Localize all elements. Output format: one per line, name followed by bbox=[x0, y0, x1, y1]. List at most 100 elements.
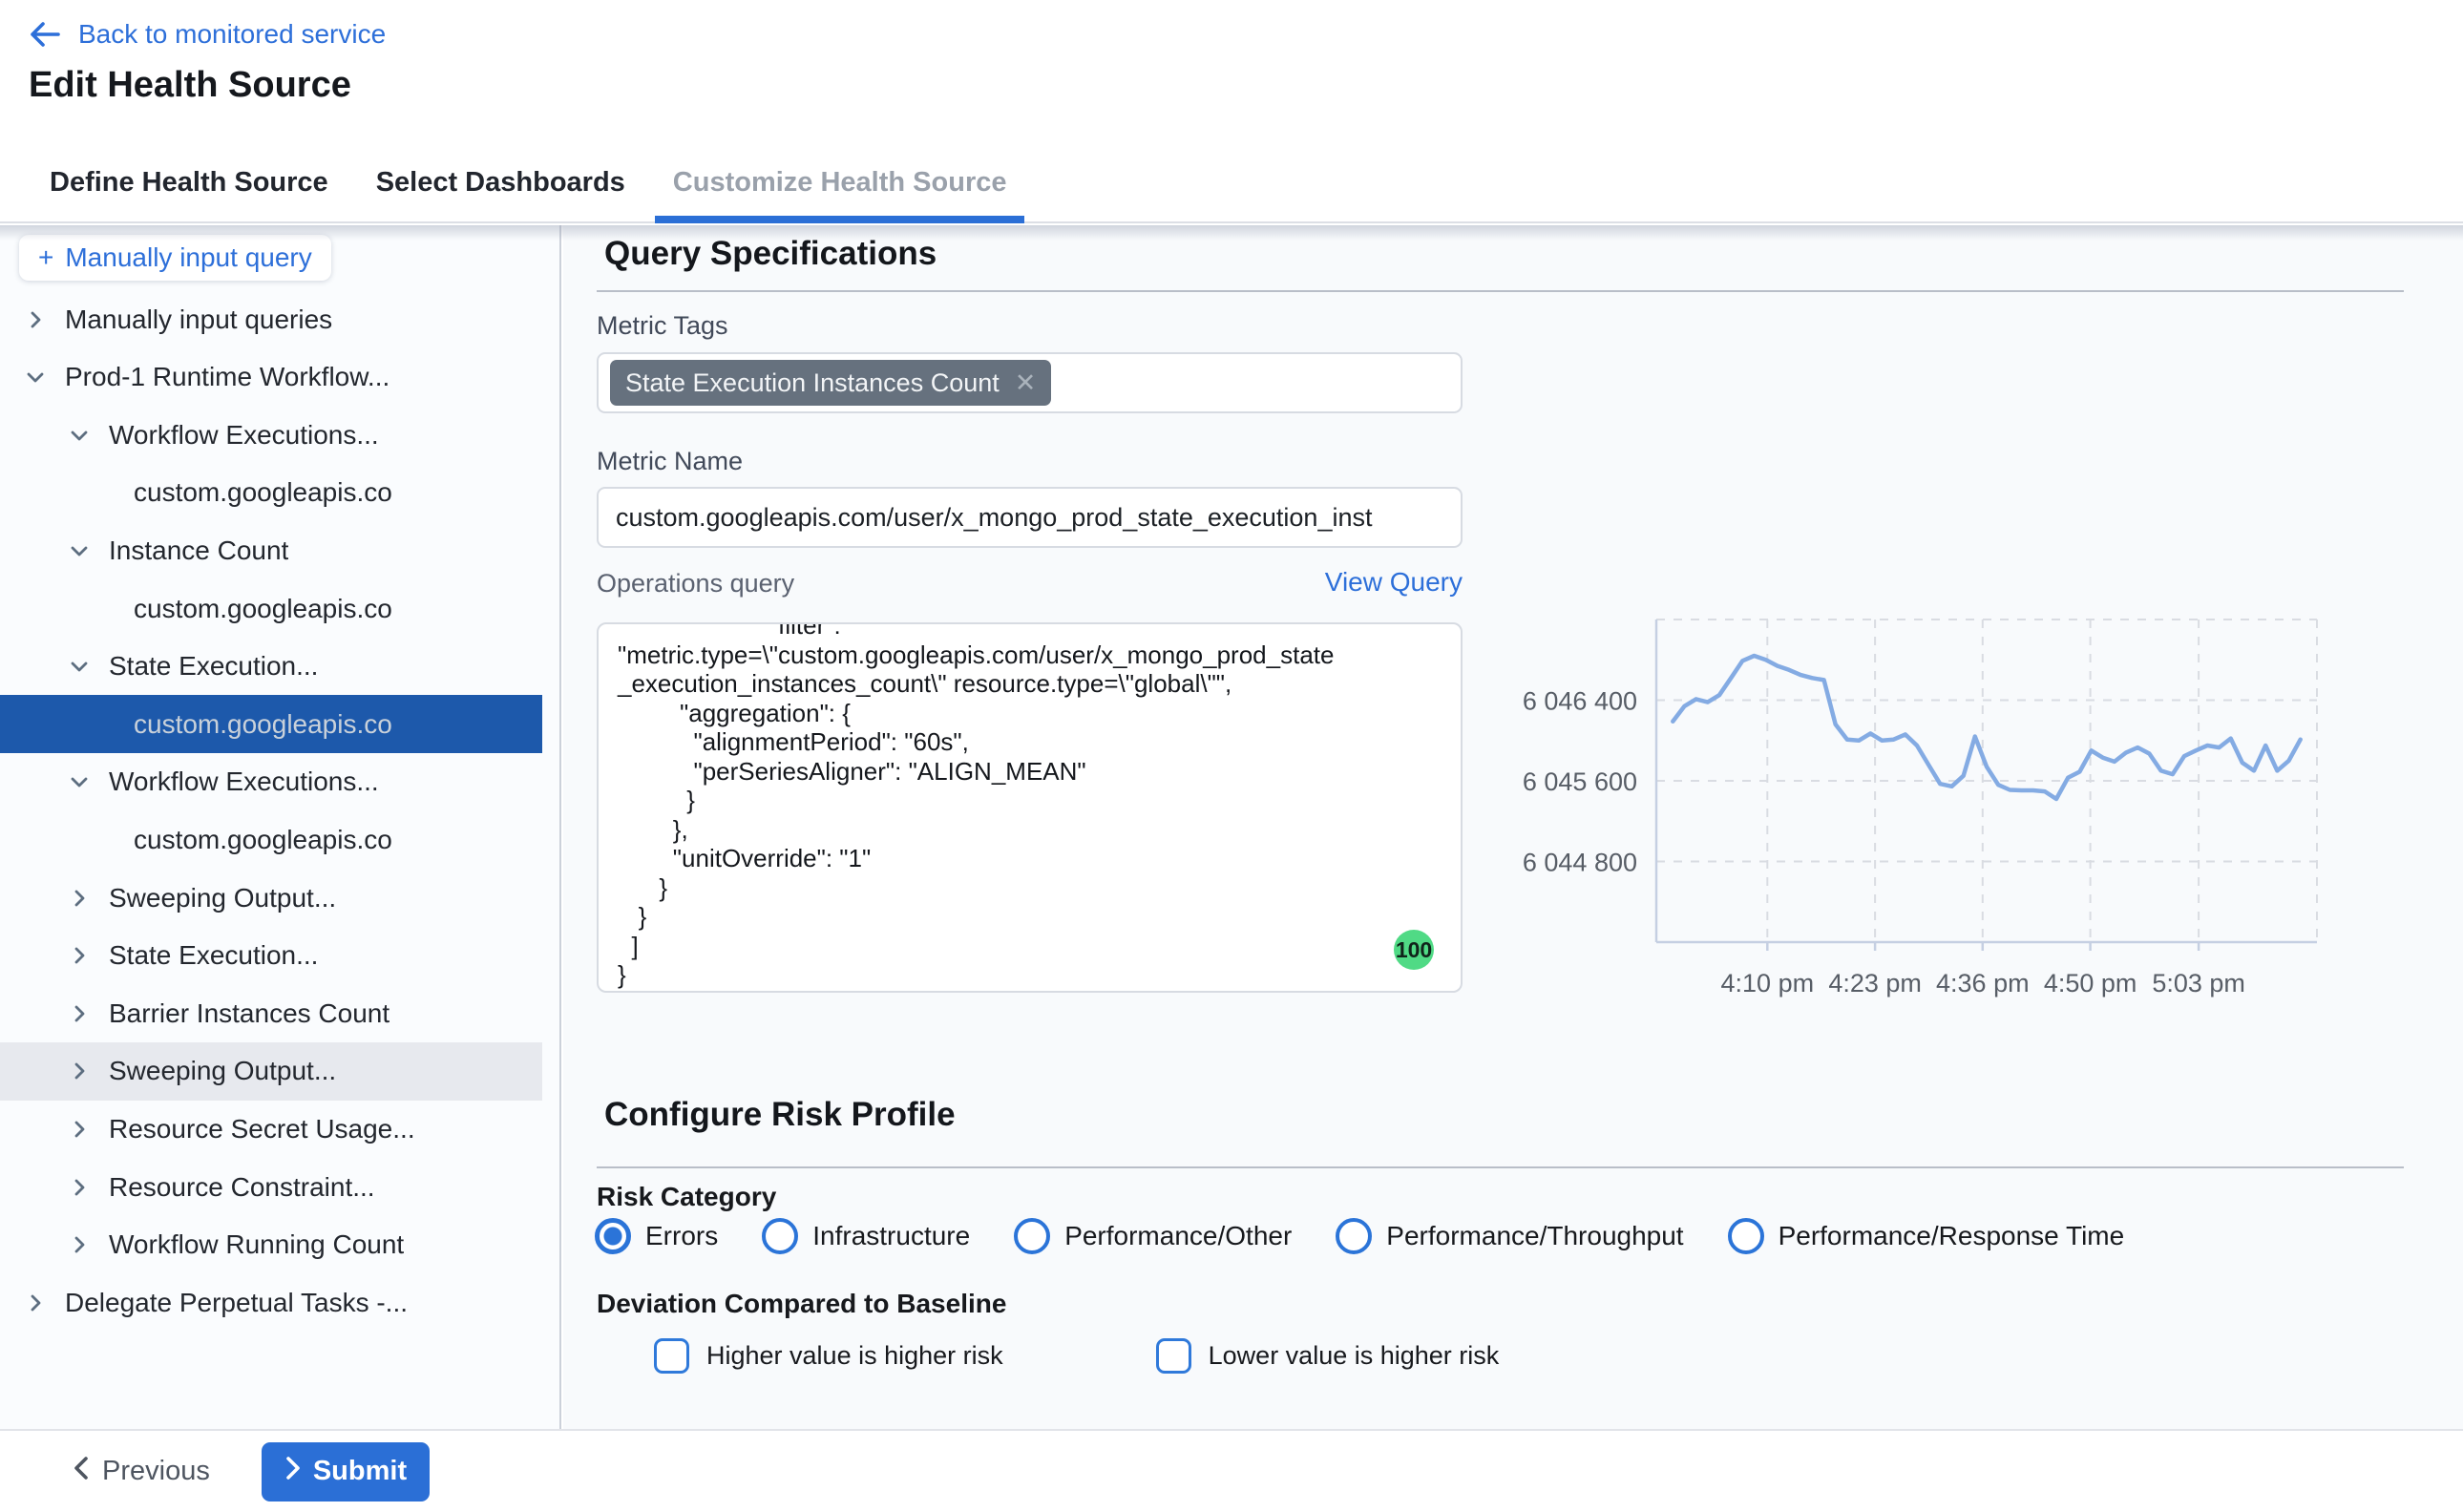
page-header: Back to monitored service Edit Health So… bbox=[0, 0, 2463, 143]
add-manual-query-button[interactable]: + Manually input query bbox=[19, 235, 331, 281]
svg-text:4:50 pm: 4:50 pm bbox=[2044, 969, 2137, 998]
chevron-down-icon[interactable] bbox=[67, 654, 92, 679]
metric-tag-chip: State Execution Instances Count ✕ bbox=[610, 360, 1051, 406]
radio-performance-other[interactable]: Performance/Other bbox=[1014, 1218, 1292, 1254]
radio-unselected-icon[interactable] bbox=[1728, 1218, 1764, 1254]
submit-button[interactable]: Submit bbox=[262, 1442, 430, 1502]
checkbox-unchecked-icon[interactable] bbox=[1156, 1338, 1191, 1374]
tree-item-workflow-executions[interactable]: Workflow Executions... bbox=[0, 753, 542, 811]
tree-item-workflow-executions[interactable]: Workflow Executions... bbox=[0, 406, 542, 464]
tab-label: Define Health Source bbox=[50, 167, 328, 199]
tree-item-manually-input-queries[interactable]: Manually input queries bbox=[0, 290, 542, 348]
tab-bar: Define Health Source Select Dashboards Cus… bbox=[0, 143, 2463, 223]
checkbox-higher-value-is-higher-risk[interactable]: Higher value is higher risk bbox=[654, 1338, 1003, 1374]
tree-item-barrier-instances-count[interactable]: Barrier Instances Count bbox=[0, 984, 542, 1042]
tab-customize-health-source[interactable]: Customize Health Source bbox=[671, 143, 1009, 221]
chevron-left-icon bbox=[72, 1455, 91, 1489]
tree-item-label: State Execution... bbox=[109, 940, 318, 971]
metric-name-label: Metric Name bbox=[597, 447, 743, 476]
tree-item-custom-googleapis-co[interactable]: custom.googleapis.co bbox=[0, 810, 542, 869]
radio-label: Errors bbox=[645, 1221, 718, 1251]
tree-item-label: Workflow Executions... bbox=[109, 420, 379, 451]
radio-unselected-icon[interactable] bbox=[762, 1218, 798, 1254]
tree-item-label: Workflow Running Count bbox=[109, 1229, 404, 1260]
tree-item-delegate-perpetual-tasks[interactable]: Delegate Perpetual Tasks -... bbox=[0, 1273, 542, 1332]
tab-define-health-source[interactable]: Define Health Source bbox=[48, 143, 330, 221]
radio-infrastructure[interactable]: Infrastructure bbox=[762, 1218, 970, 1254]
checkbox-lower-value-is-higher-risk[interactable]: Lower value is higher risk bbox=[1156, 1338, 1500, 1374]
metric-tags-input[interactable]: State Execution Instances Count ✕ bbox=[597, 352, 1463, 413]
tree-item-label: Delegate Perpetual Tasks -... bbox=[65, 1288, 408, 1318]
chevron-right-icon[interactable] bbox=[67, 1232, 92, 1257]
radio-errors[interactable]: Errors bbox=[595, 1218, 718, 1254]
radio-unselected-icon[interactable] bbox=[1336, 1218, 1372, 1254]
arrow-left-icon bbox=[29, 20, 61, 49]
remove-tag-icon[interactable]: ✕ bbox=[1015, 370, 1037, 396]
chevron-right-icon[interactable] bbox=[67, 943, 92, 968]
metric-tags-label: Metric Tags bbox=[597, 311, 728, 341]
tree-item-prod-1-runtime-workflow[interactable]: Prod-1 Runtime Workflow... bbox=[0, 348, 542, 407]
tree-item-sweeping-output[interactable]: Sweeping Output... bbox=[0, 1042, 542, 1101]
tree-item-custom-googleapis-co[interactable]: custom.googleapis.co bbox=[0, 695, 542, 753]
submit-button-label: Submit bbox=[313, 1456, 407, 1487]
back-to-monitored-service-link[interactable]: Back to monitored service bbox=[29, 19, 386, 50]
tree-item-resource-secret-usage[interactable]: Resource Secret Usage... bbox=[0, 1100, 542, 1158]
previous-button[interactable]: Previous bbox=[72, 1455, 210, 1489]
checkbox-label: Lower value is higher risk bbox=[1209, 1341, 1500, 1371]
radio-label: Performance/Response Time bbox=[1779, 1221, 2125, 1251]
view-query-link[interactable]: View Query bbox=[1325, 567, 1463, 597]
tree-item-resource-constraint[interactable]: Resource Constraint... bbox=[0, 1158, 542, 1216]
tree-item-label: Workflow Executions... bbox=[109, 766, 379, 797]
chevron-right-icon[interactable] bbox=[67, 1059, 92, 1083]
chevron-down-icon[interactable] bbox=[23, 365, 48, 389]
operations-query-editor[interactable]: "filter": "metric.type=\"custom.googleap… bbox=[597, 622, 1463, 993]
radio-selected-icon[interactable] bbox=[595, 1218, 631, 1254]
tree-item-instance-count[interactable]: Instance Count bbox=[0, 521, 542, 579]
chevron-right-icon[interactable] bbox=[67, 1175, 92, 1200]
svg-text:4:10 pm: 4:10 pm bbox=[1721, 969, 1815, 998]
tree-item-label: Manually input queries bbox=[65, 304, 332, 335]
metric-preview-chart: 36 046 40036 045 60036 044 8004:10 pm4:2… bbox=[1523, 601, 2415, 1021]
radio-unselected-icon[interactable] bbox=[1014, 1218, 1050, 1254]
tree-item-label: custom.googleapis.co bbox=[134, 594, 392, 624]
customize-health-source-panel: Query Specifications Metric Tags State E… bbox=[563, 225, 2463, 1429]
wizard-footer: Previous Submit bbox=[0, 1429, 2463, 1512]
chevron-right-icon bbox=[284, 1456, 302, 1488]
radio-performance-response-time[interactable]: Performance/Response Time bbox=[1728, 1218, 2125, 1254]
section-divider bbox=[597, 290, 2404, 292]
tab-select-dashboards[interactable]: Select Dashboards bbox=[374, 143, 627, 221]
tree-item-label: Instance Count bbox=[109, 536, 288, 566]
metric-name-input[interactable] bbox=[597, 487, 1463, 548]
chevron-right-icon[interactable] bbox=[67, 1001, 92, 1026]
chevron-down-icon[interactable] bbox=[67, 423, 92, 448]
tree-item-label: custom.googleapis.co bbox=[134, 825, 392, 855]
chevron-right-icon[interactable] bbox=[23, 307, 48, 332]
line-chart: 36 046 40036 045 60036 044 8004:10 pm4:2… bbox=[1523, 601, 2415, 1021]
operations-query-text: "filter": "metric.type=\"custom.googleap… bbox=[599, 622, 1461, 990]
chevron-down-icon[interactable] bbox=[67, 769, 92, 794]
tree-item-custom-googleapis-co[interactable]: custom.googleapis.co bbox=[0, 579, 542, 638]
svg-text:36 046 400: 36 046 400 bbox=[1523, 687, 1637, 716]
checkbox-unchecked-icon[interactable] bbox=[654, 1338, 689, 1374]
tree-item-state-execution[interactable]: State Execution... bbox=[0, 638, 542, 696]
chevron-right-icon[interactable] bbox=[67, 1117, 92, 1142]
risk-category-label: Risk Category bbox=[597, 1182, 776, 1212]
deviation-label: Deviation Compared to Baseline bbox=[597, 1289, 1006, 1319]
svg-text:4:36 pm: 4:36 pm bbox=[1936, 969, 2030, 998]
tree-item-state-execution[interactable]: State Execution... bbox=[0, 927, 542, 985]
radio-performance-throughput[interactable]: Performance/Throughput bbox=[1336, 1218, 1683, 1254]
tree-item-workflow-running-count[interactable]: Workflow Running Count bbox=[0, 1216, 542, 1274]
tree-item-label: Resource Secret Usage... bbox=[109, 1114, 415, 1144]
records-count-badge: 100 bbox=[1394, 930, 1434, 970]
configure-risk-profile-title: Configure Risk Profile bbox=[604, 1096, 956, 1134]
checkbox-label: Higher value is higher risk bbox=[706, 1341, 1003, 1371]
tree-item-custom-googleapis-co[interactable]: custom.googleapis.co bbox=[0, 464, 542, 522]
chevron-right-icon[interactable] bbox=[23, 1291, 48, 1315]
chevron-right-icon[interactable] bbox=[67, 886, 92, 911]
tree-item-label: Resource Constraint... bbox=[109, 1172, 375, 1203]
tree-item-sweeping-output[interactable]: Sweeping Output... bbox=[0, 869, 542, 927]
svg-text:5:03 pm: 5:03 pm bbox=[2152, 969, 2245, 998]
chevron-down-icon[interactable] bbox=[67, 538, 92, 563]
tree-item-label: Barrier Instances Count bbox=[109, 998, 389, 1029]
tab-label: Select Dashboards bbox=[376, 167, 625, 199]
